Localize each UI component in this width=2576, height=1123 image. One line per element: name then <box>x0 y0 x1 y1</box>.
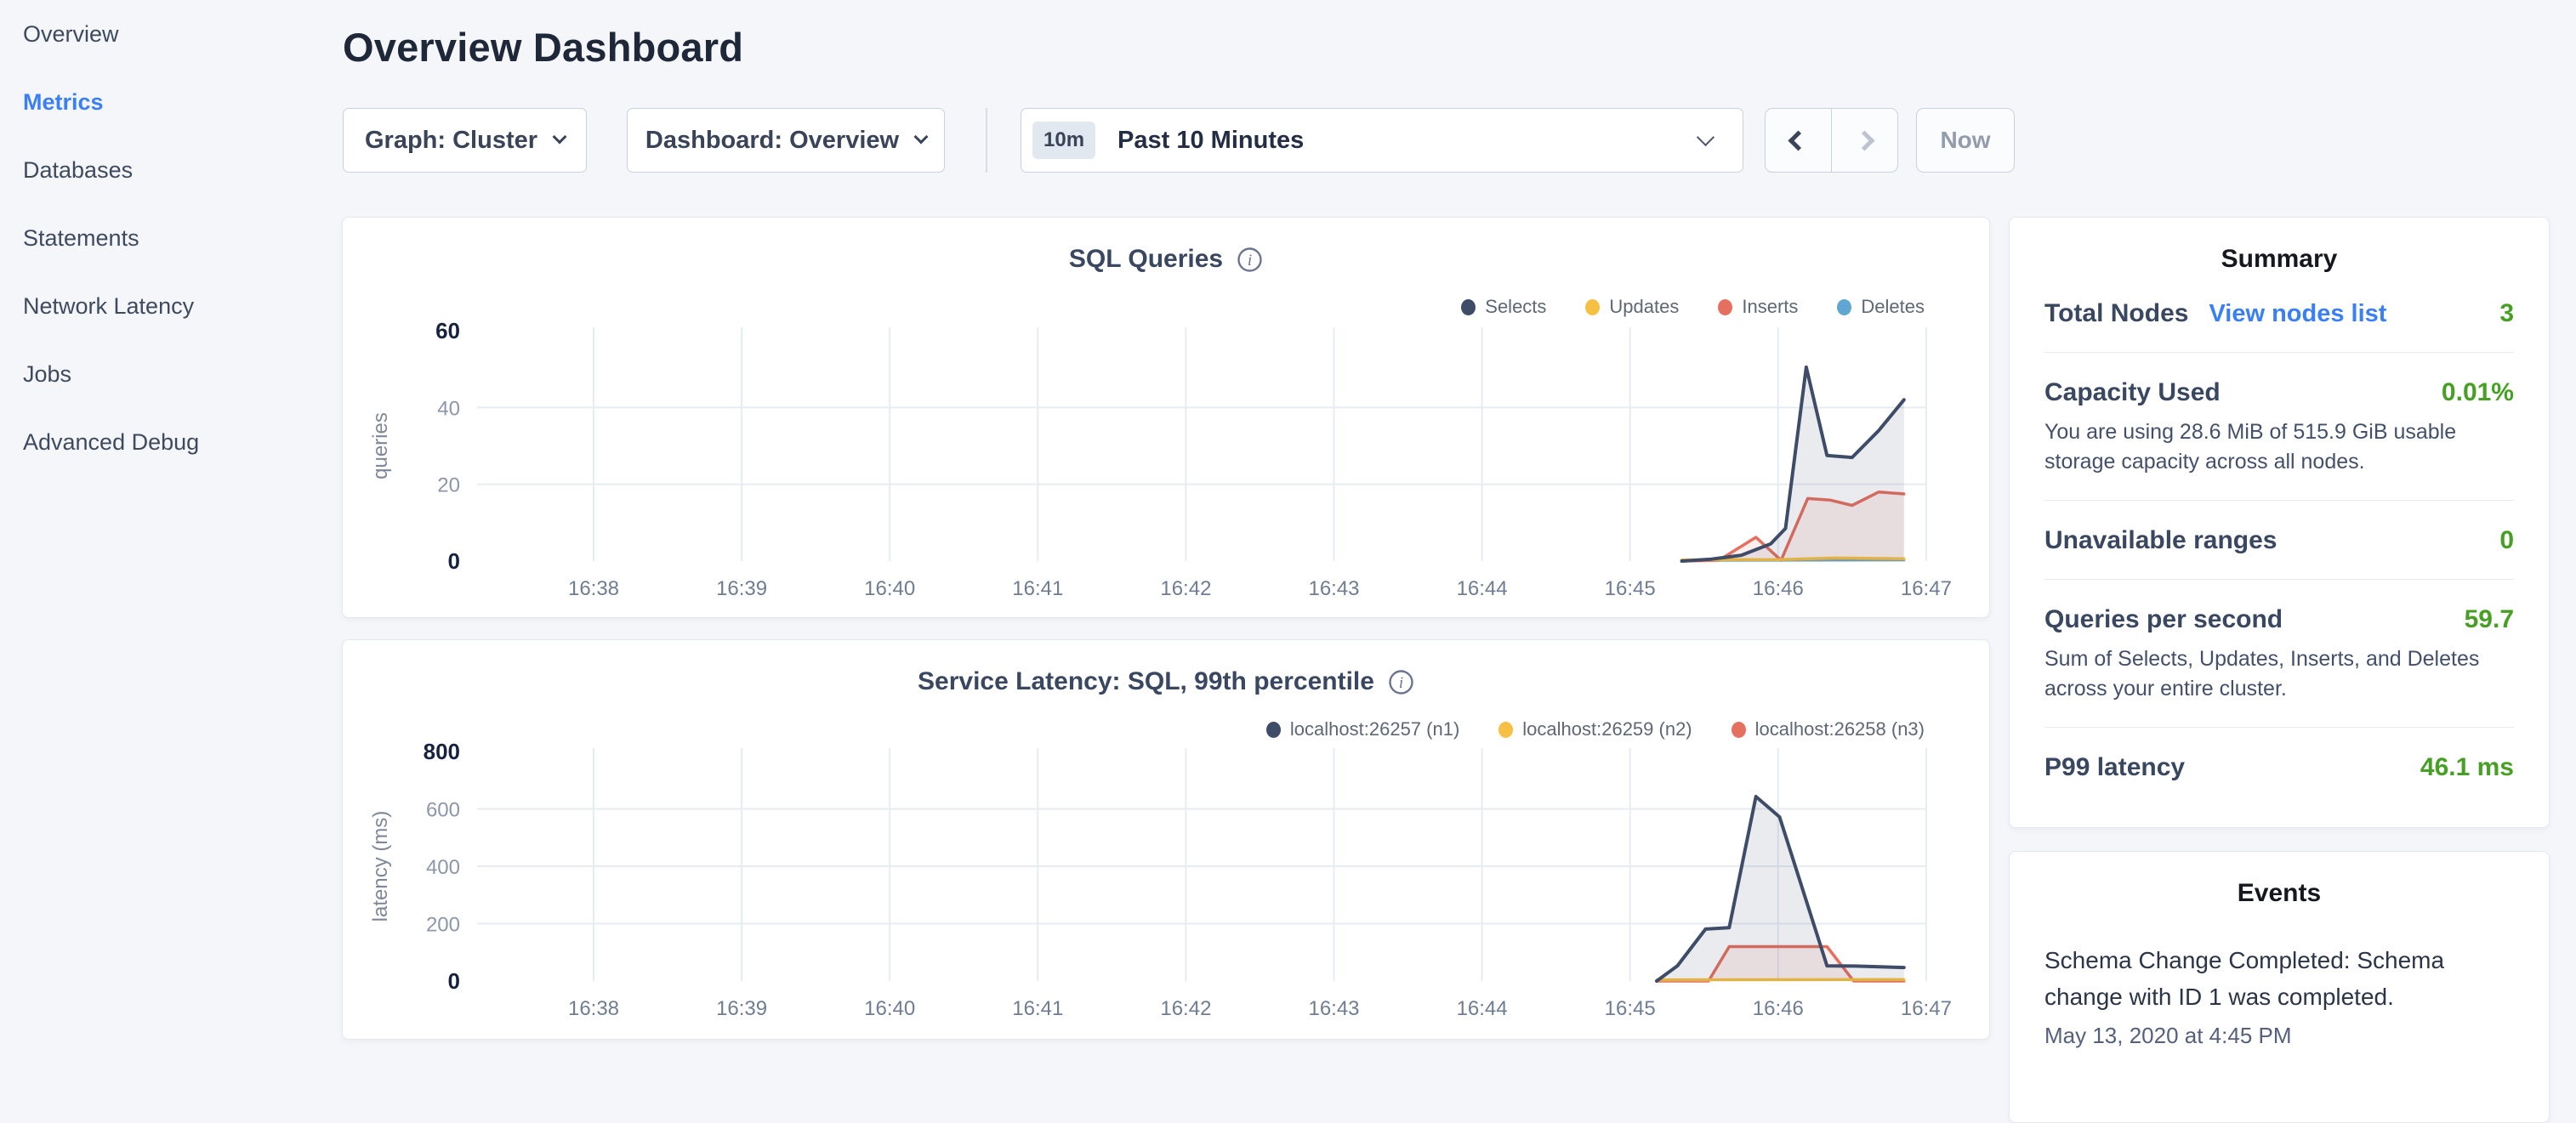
chevron-down-icon <box>553 130 567 145</box>
svg-text:16:43: 16:43 <box>1308 997 1359 1020</box>
service-latency-chart-card: Service Latency: SQL, 99th percentile i … <box>342 639 1990 1040</box>
svg-text:16:43: 16:43 <box>1308 577 1359 600</box>
summary-row-label: P99 latency <box>2044 753 2185 782</box>
summary-row-value: 0 <box>2499 526 2514 555</box>
svg-text:60: 60 <box>435 318 460 343</box>
time-range-dropdown[interactable]: 10m Past 10 Minutes <box>1021 108 1743 173</box>
step-back-button[interactable] <box>1766 109 1831 172</box>
summary-row-subtext: You are using 28.6 MiB of 515.9 GiB usab… <box>2044 417 2514 476</box>
dashboard-dropdown[interactable]: Dashboard: Overview <box>627 108 945 173</box>
summary-row: P99 latency 46.1 ms <box>2044 728 2514 782</box>
svg-text:400: 400 <box>426 856 460 879</box>
dashboard-dropdown-label: Dashboard: Overview <box>645 127 899 155</box>
chevron-down-icon <box>1697 128 1714 145</box>
svg-text:16:40: 16:40 <box>864 577 915 600</box>
sidebar-item-statements[interactable]: Statements <box>0 204 340 272</box>
view-nodes-link[interactable]: View nodes list <box>2209 300 2386 328</box>
svg-text:16:45: 16:45 <box>1605 577 1656 600</box>
chevron-down-icon <box>914 130 929 145</box>
summary-row: Total Nodes View nodes list 3 <box>2044 274 2514 328</box>
svg-text:16:44: 16:44 <box>1457 997 1508 1020</box>
summary-row-label: Capacity Used <box>2044 378 2221 407</box>
summary-row: Queries per second 59.7 Sum of Selects, … <box>2044 580 2514 703</box>
svg-text:16:46: 16:46 <box>1753 997 1804 1020</box>
svg-text:600: 600 <box>426 799 460 822</box>
svg-text:16:47: 16:47 <box>1901 997 1952 1020</box>
svg-text:16:44: 16:44 <box>1457 577 1508 600</box>
summary-title: Summary <box>2010 245 2549 274</box>
svg-text:queries: queries <box>369 412 392 479</box>
service-latency-plot: 16:38 16:39 16:40 16:41 16:42 16:43 16:44 16:45… <box>343 640 1991 1041</box>
summary-panel: Summary Total Nodes View nodes list 3 Ca… <box>2009 217 2550 828</box>
sidebar-item-metrics[interactable]: Metrics <box>0 68 340 136</box>
summary-row-label: Queries per second <box>2044 605 2283 634</box>
summary-row: Unavailable ranges 0 <box>2044 501 2514 555</box>
svg-text:16:42: 16:42 <box>1160 577 1211 600</box>
sidebar-item-jobs[interactable]: Jobs <box>0 340 340 408</box>
summary-row-value: 0.01% <box>2442 378 2514 407</box>
summary-row-value: 59.7 <box>2465 605 2514 634</box>
events-title: Events <box>2010 879 2549 908</box>
svg-text:200: 200 <box>426 914 460 937</box>
sidebar-item-advanced-debug[interactable]: Advanced Debug <box>0 408 340 476</box>
svg-text:16:46: 16:46 <box>1753 577 1804 600</box>
summary-row-label: Total Nodes <box>2044 299 2188 328</box>
sidebar-item-databases[interactable]: Databases <box>0 136 340 204</box>
svg-text:16:40: 16:40 <box>864 997 915 1020</box>
now-button[interactable]: Now <box>1916 108 2015 173</box>
svg-text:20: 20 <box>437 474 460 497</box>
svg-text:16:47: 16:47 <box>1901 577 1952 600</box>
time-range-badge: 10m <box>1032 122 1095 159</box>
chevron-right-icon <box>1854 130 1874 150</box>
svg-text:0: 0 <box>448 968 460 994</box>
sql-queries-plot: 16:38 16:39 16:40 16:41 16:42 16:43 16:44 16:45… <box>343 218 1991 619</box>
svg-text:16:45: 16:45 <box>1605 997 1656 1020</box>
svg-text:16:41: 16:41 <box>1012 997 1063 1020</box>
svg-text:16:42: 16:42 <box>1160 997 1211 1020</box>
event-timestamp: May 13, 2020 at 4:45 PM <box>2044 1023 2514 1049</box>
toolbar-divider <box>986 108 987 173</box>
svg-text:16:38: 16:38 <box>568 577 619 600</box>
svg-text:0: 0 <box>448 548 460 574</box>
time-step-buttons <box>1765 108 1898 173</box>
sidebar: OverviewMetricsDatabasesStatementsNetwor… <box>0 0 340 1051</box>
svg-text:16:39: 16:39 <box>716 577 767 600</box>
step-forward-button[interactable] <box>1831 109 1897 172</box>
event-item[interactable]: Schema Change Completed: Schema change w… <box>2044 942 2514 1049</box>
sidebar-item-network-latency[interactable]: Network Latency <box>0 272 340 340</box>
svg-text:800: 800 <box>424 739 460 764</box>
summary-row-label: Unavailable ranges <box>2044 526 2277 555</box>
page-title: Overview Dashboard <box>343 24 743 71</box>
sql-queries-chart-card: SQL Queries i Selects Updates Inserts De… <box>342 217 1990 618</box>
event-text: Schema Change Completed: Schema change w… <box>2044 942 2461 1016</box>
summary-row: Capacity Used 0.01% You are using 28.6 M… <box>2044 353 2514 476</box>
summary-row-value: 3 <box>2499 299 2514 328</box>
svg-text:latency (ms): latency (ms) <box>369 811 392 922</box>
sidebar-item-overview[interactable]: Overview <box>0 0 340 68</box>
svg-text:40: 40 <box>437 397 460 420</box>
chevron-left-icon <box>1788 130 1808 150</box>
events-panel: Events Schema Change Completed: Schema c… <box>2009 851 2550 1123</box>
svg-text:16:39: 16:39 <box>716 997 767 1020</box>
svg-text:16:38: 16:38 <box>568 997 619 1020</box>
svg-text:16:41: 16:41 <box>1012 577 1063 600</box>
summary-row-value: 46.1 ms <box>2420 753 2514 782</box>
summary-row-subtext: Sum of Selects, Updates, Inserts, and De… <box>2044 644 2514 703</box>
graph-dropdown-label: Graph: Cluster <box>365 127 537 155</box>
graph-dropdown[interactable]: Graph: Cluster <box>343 108 587 173</box>
time-range-label: Past 10 Minutes <box>1117 127 1304 155</box>
